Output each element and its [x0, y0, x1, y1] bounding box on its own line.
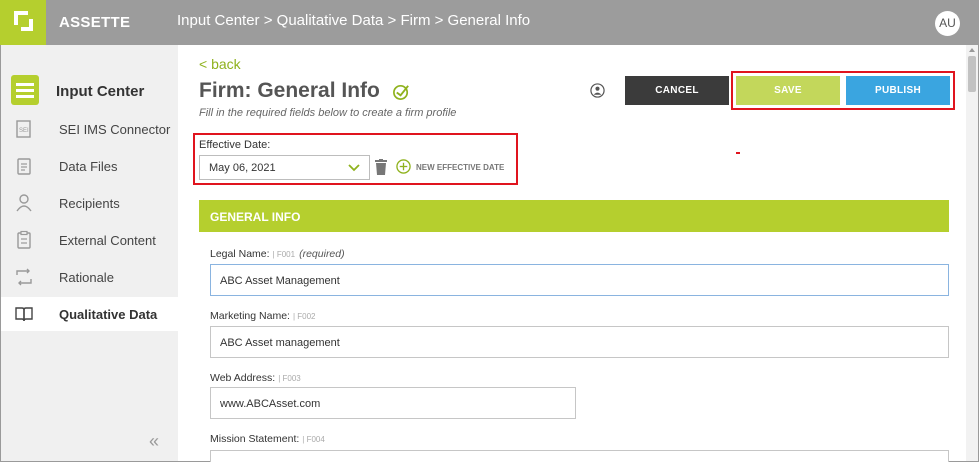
check-circle-icon: [393, 84, 409, 100]
sidebar-header-label: Input Center: [56, 83, 145, 100]
sidebar-item-sei-ims-connector[interactable]: SEI SEI IMS Connector: [1, 112, 178, 146]
connector-icon: SEI: [16, 120, 31, 138]
assette-logo-icon[interactable]: [0, 0, 46, 45]
required-note: (required): [299, 248, 345, 260]
back-link[interactable]: < back: [199, 56, 241, 72]
field-label-text: Marketing Name:: [210, 310, 290, 322]
book-icon: [15, 307, 33, 322]
sidebar-item-label: Recipients: [59, 196, 120, 211]
new-effective-date-label: NEW EFFECTIVE DATE: [416, 163, 505, 172]
sidebar-item-qualitative-data[interactable]: Qualitative Data: [1, 297, 178, 331]
mission-statement-label: Mission Statement: | F004: [210, 433, 325, 445]
web-address-field[interactable]: www.ABCAsset.com: [210, 387, 576, 419]
sidebar-item-label: External Content: [59, 233, 156, 248]
field-code: | F002: [292, 312, 316, 321]
field-code: | F001: [272, 250, 296, 259]
web-address-label: Web Address: | F003: [210, 372, 301, 384]
sidebar-item-label: Qualitative Data: [59, 307, 158, 322]
sidebar-item-label: Data Files: [59, 159, 118, 174]
effective-date-value: May 06, 2021: [209, 162, 276, 174]
breadcrumb: Input Center > Qualitative Data > Firm >…: [177, 12, 531, 29]
cancel-button[interactable]: CANCEL: [625, 76, 729, 105]
legal-name-label: Legal Name: | F001 (required): [210, 248, 345, 260]
sidebar: Input Center SEI SEI IMS Connector Data …: [1, 45, 178, 461]
field-code: | F004: [302, 435, 325, 444]
marketing-name-value: ABC Asset management: [220, 337, 340, 349]
scrollbar-thumb[interactable]: [968, 56, 976, 92]
page-subtitle: Fill in the required fields below to cre…: [199, 107, 457, 119]
page-title: Firm: General Info: [199, 79, 380, 102]
scroll-up-icon[interactable]: [969, 48, 975, 52]
effective-date-label: Effective Date:: [199, 139, 271, 151]
effective-date-select[interactable]: May 06, 2021: [199, 155, 370, 180]
scrollbar[interactable]: [966, 45, 978, 461]
brand-name: ASSETTE: [59, 14, 131, 31]
top-bar: ASSETTE Input Center > Qualitative Data …: [0, 0, 979, 45]
sidebar-item-label: Rationale: [59, 270, 114, 285]
plus-circle-icon: [396, 159, 411, 174]
field-label-text: Mission Statement:: [210, 433, 300, 445]
legal-name-value: ABC Asset Management: [220, 275, 340, 287]
chevron-down-icon: [348, 164, 360, 172]
field-code: | F003: [278, 374, 301, 383]
data-files-icon: [17, 158, 31, 175]
recipients-icon: [16, 194, 32, 212]
user-circle-icon[interactable]: [590, 83, 605, 98]
sidebar-item-rationale[interactable]: Rationale: [1, 260, 178, 294]
sidebar-item-label: SEI IMS Connector: [59, 122, 171, 137]
trash-icon[interactable]: [375, 159, 387, 175]
sidebar-header[interactable]: Input Center: [1, 68, 178, 114]
web-address-value: www.ABCAsset.com: [220, 398, 321, 410]
rationale-icon: [16, 268, 32, 286]
red-mark: [736, 152, 740, 154]
highlight-box-buttons: [731, 71, 955, 110]
marketing-name-label: Marketing Name: | F002: [210, 310, 316, 322]
collapse-sidebar-icon[interactable]: «: [149, 431, 159, 452]
sidebar-item-external-content[interactable]: External Content: [1, 223, 178, 257]
legal-name-field[interactable]: ABC Asset Management: [210, 264, 949, 296]
external-content-icon: [17, 230, 31, 249]
sidebar-item-recipients[interactable]: Recipients: [1, 186, 178, 220]
field-label-text: Legal Name:: [210, 248, 270, 260]
field-label-text: Web Address:: [210, 372, 276, 384]
section-title: GENERAL INFO: [210, 210, 301, 224]
mission-statement-field[interactable]: [210, 450, 949, 462]
svg-text:SEI: SEI: [19, 128, 29, 134]
section-header-general-info: GENERAL INFO: [199, 200, 949, 232]
input-center-icon: [11, 75, 39, 105]
marketing-name-field[interactable]: ABC Asset management: [210, 326, 949, 358]
sidebar-item-data-files[interactable]: Data Files: [1, 149, 178, 183]
avatar[interactable]: AU: [935, 11, 960, 36]
